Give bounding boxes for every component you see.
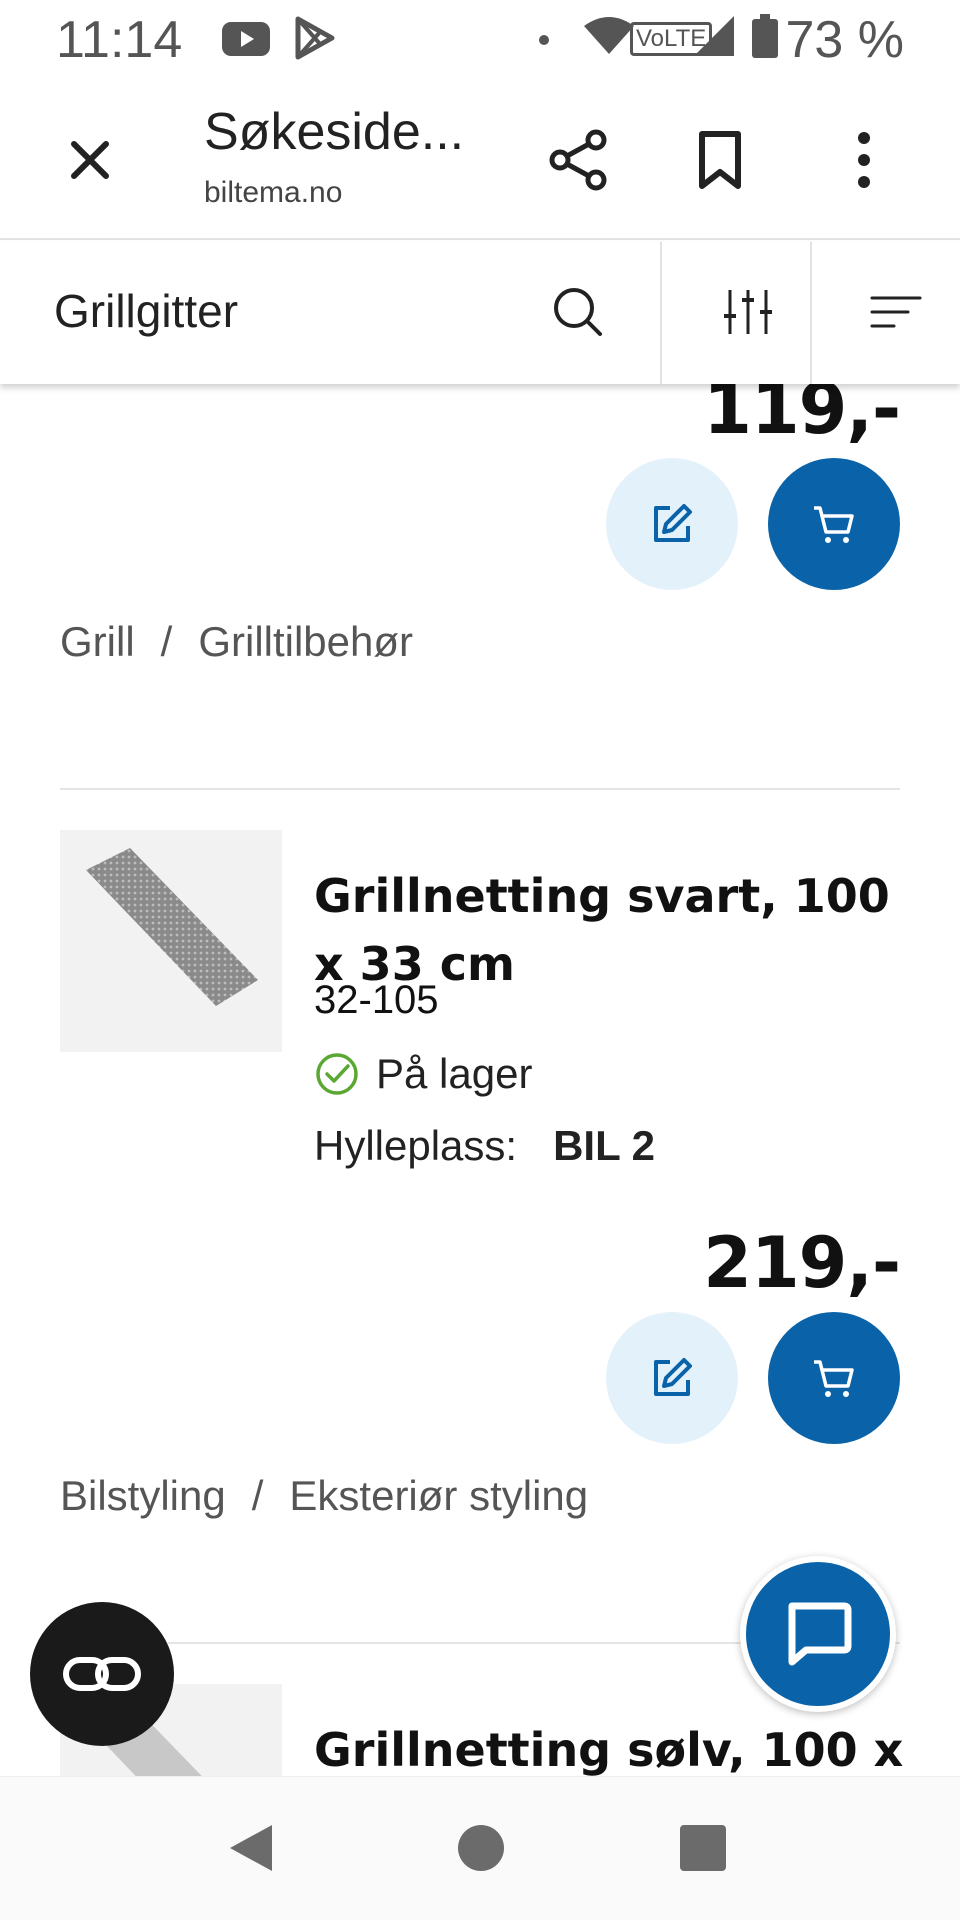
shelf-location: Hylleplass: BIL 2 [314, 1122, 655, 1170]
breadcrumb-link[interactable]: Grilltilbehør [198, 618, 413, 665]
accessibility-button[interactable] [30, 1602, 174, 1746]
filter-icon[interactable] [718, 282, 778, 342]
stock-label: På lager [376, 1050, 533, 1097]
browser-toolbar: Søkeside... biltema.no [0, 80, 960, 240]
battery-percentage: 73 % [785, 11, 904, 69]
chat-icon [788, 1602, 852, 1666]
breadcrumb-separator: / [160, 618, 173, 665]
add-to-cart-button[interactable] [768, 1312, 900, 1444]
play-store-icon [295, 16, 335, 60]
divider [810, 242, 812, 384]
recent-apps-icon[interactable] [680, 1825, 726, 1871]
breadcrumb: Bilstyling / Eksteriør styling [60, 1472, 588, 1520]
product-image[interactable] [60, 830, 282, 1052]
status-bar: 11:14 VoLTE 73 % [0, 0, 960, 80]
dot-icon [539, 35, 549, 45]
edit-icon [654, 504, 692, 542]
link-icon [63, 1657, 141, 1691]
breadcrumb-link[interactable]: Grill [60, 618, 135, 665]
product-price: 119,- [703, 384, 901, 450]
check-circle-icon [316, 1053, 358, 1095]
breadcrumb-link[interactable]: Bilstyling [60, 1472, 226, 1519]
signal-icon [694, 16, 734, 56]
article-number: 32-105 [314, 978, 439, 1022]
add-to-list-button[interactable] [606, 458, 738, 590]
product-title[interactable]: Grillnetting sølv, 100 x 33 cm [314, 1716, 914, 1776]
status-time: 11:14 [56, 11, 183, 69]
edit-icon [654, 1358, 692, 1396]
breadcrumb-separator: / [251, 1472, 264, 1519]
add-to-cart-button[interactable] [768, 458, 900, 590]
cart-icon [814, 506, 854, 543]
more-options-icon[interactable] [828, 124, 900, 196]
shelf-value: BIL 2 [553, 1122, 656, 1169]
cart-icon [814, 1360, 854, 1397]
search-bar: Grillgitter [0, 242, 960, 384]
wifi-icon [584, 17, 634, 54]
share-icon[interactable] [542, 124, 614, 196]
youtube-icon [222, 22, 270, 56]
breadcrumb: Grill / Grilltilbehør [60, 618, 413, 666]
add-to-list-button[interactable] [606, 1312, 738, 1444]
shelf-label: Hylleplass: [314, 1122, 518, 1169]
breadcrumb-link[interactable]: Eksteriør styling [289, 1472, 588, 1519]
divider [660, 242, 662, 384]
system-nav-bar [0, 1776, 960, 1920]
battery-icon [752, 14, 778, 58]
sort-icon[interactable] [866, 282, 926, 342]
chat-button[interactable] [740, 1556, 896, 1712]
search-icon[interactable] [548, 282, 608, 342]
back-icon[interactable] [228, 1823, 274, 1873]
page-title: Søkeside... [204, 103, 465, 161]
divider [60, 788, 900, 790]
search-input[interactable]: Grillgitter [54, 284, 238, 338]
page-url: biltema.no [204, 176, 343, 209]
bookmark-icon[interactable] [684, 124, 756, 196]
home-icon[interactable] [458, 1825, 504, 1871]
close-icon[interactable] [60, 130, 120, 190]
product-price: 219,- [703, 1222, 901, 1304]
stock-status: På lager [314, 1050, 532, 1098]
